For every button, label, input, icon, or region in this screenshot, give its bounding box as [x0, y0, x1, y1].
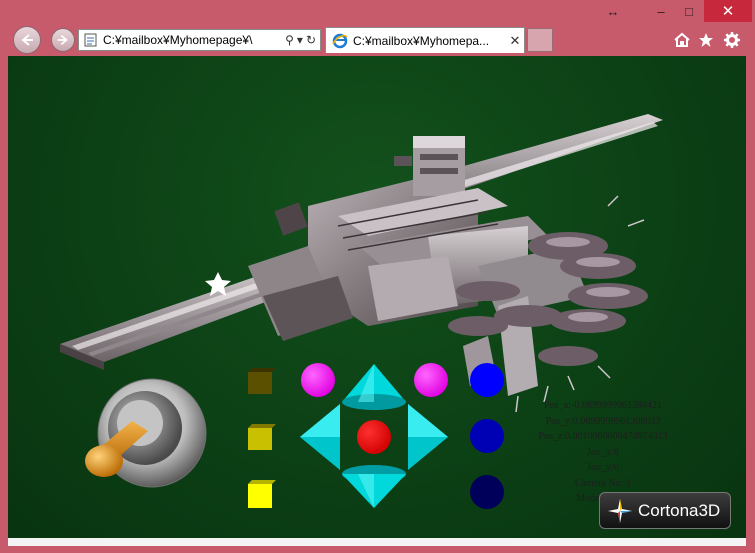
back-button[interactable]: [13, 26, 41, 54]
tab-active[interactable]: C:¥mailbox¥Myhomepa... ✕: [325, 27, 525, 53]
refresh-icon[interactable]: ↻: [306, 33, 316, 47]
close-icon[interactable]: ✕: [506, 33, 524, 49]
close-window-button[interactable]: ✕: [704, 0, 752, 22]
cortona3d-logo[interactable]: Cortona3D: [599, 492, 731, 529]
forward-button[interactable]: [51, 28, 75, 52]
address-bar[interactable]: C:¥mailbox¥Myhomepage¥\ ⚲ ▾ ↻: [78, 29, 321, 51]
vrml-3d-viewport[interactable]: Pos_x:-0.0899999961380421 Pos_y:0.089999…: [8, 56, 746, 538]
home-icon: [674, 32, 690, 47]
arrow-left-button[interactable]: [300, 404, 340, 470]
page-icon: [84, 33, 97, 47]
logo-text: Cortona3D: [638, 500, 721, 520]
new-tab-button[interactable]: [527, 28, 553, 52]
square-buttons: [248, 368, 276, 508]
square-button-yellow[interactable]: [248, 480, 276, 508]
search-icon[interactable]: ⚲: [285, 33, 294, 47]
pos-y-readout: Pos_y:0.0899999961308033: [545, 415, 661, 427]
favorites-button[interactable]: [695, 29, 717, 51]
maximize-button[interactable]: □: [676, 0, 702, 22]
magenta-button-right[interactable]: [414, 363, 448, 397]
back-arrow-icon: [21, 34, 33, 46]
joy-x-readout: Joy_x:0: [587, 446, 619, 458]
pos-z-readout: Pos_z:0.0010000000474974313: [538, 431, 668, 442]
window-titlebar: ↔ – □ ✕: [0, 0, 755, 26]
camera-number-readout: Camera No: 1: [574, 477, 632, 489]
blue-button-top[interactable]: [470, 363, 504, 397]
resize-icon[interactable]: ↔: [602, 0, 624, 22]
square-button-dark[interactable]: [248, 368, 276, 394]
arrow-right-button[interactable]: [408, 404, 448, 470]
pos-x-readout: Pos_x:-0.0899999961380421: [543, 400, 663, 411]
blue-button-middle[interactable]: [470, 419, 504, 453]
arrow-down-button[interactable]: [342, 465, 406, 508]
navigation-bar: C:¥mailbox¥Myhomepage¥\ ⚲ ▾ ↻ C:¥mailbox…: [0, 24, 755, 56]
square-button-olive[interactable]: [248, 424, 276, 450]
status-strip: [8, 538, 746, 546]
joy-y-readout: Joy_y:0: [587, 462, 619, 473]
magenta-button-left[interactable]: [301, 363, 335, 397]
gear-icon: [724, 32, 740, 48]
tab-title: C:¥mailbox¥Myhomepa...: [353, 33, 490, 48]
spaceship-model: [60, 114, 663, 413]
blue-button-bottom[interactable]: [470, 475, 504, 509]
minimize-button[interactable]: –: [650, 0, 672, 22]
ie-logo-icon: [332, 33, 348, 48]
settings-button[interactable]: [721, 29, 743, 51]
dropdown-icon[interactable]: ▾: [297, 33, 303, 47]
position-readout: Pos_x:-0.0899999961380421 Pos_y:0.089999…: [503, 398, 703, 507]
cortona-star-icon: [608, 498, 632, 523]
center-red-button[interactable]: [357, 420, 391, 454]
arrow-up-button[interactable]: [342, 364, 406, 410]
home-button[interactable]: [671, 29, 693, 51]
joystick[interactable]: [85, 378, 207, 488]
address-text: C:¥mailbox¥Myhomepage¥\: [103, 33, 253, 47]
favorites-star-icon: [699, 33, 713, 47]
forward-arrow-icon: [57, 34, 68, 46]
